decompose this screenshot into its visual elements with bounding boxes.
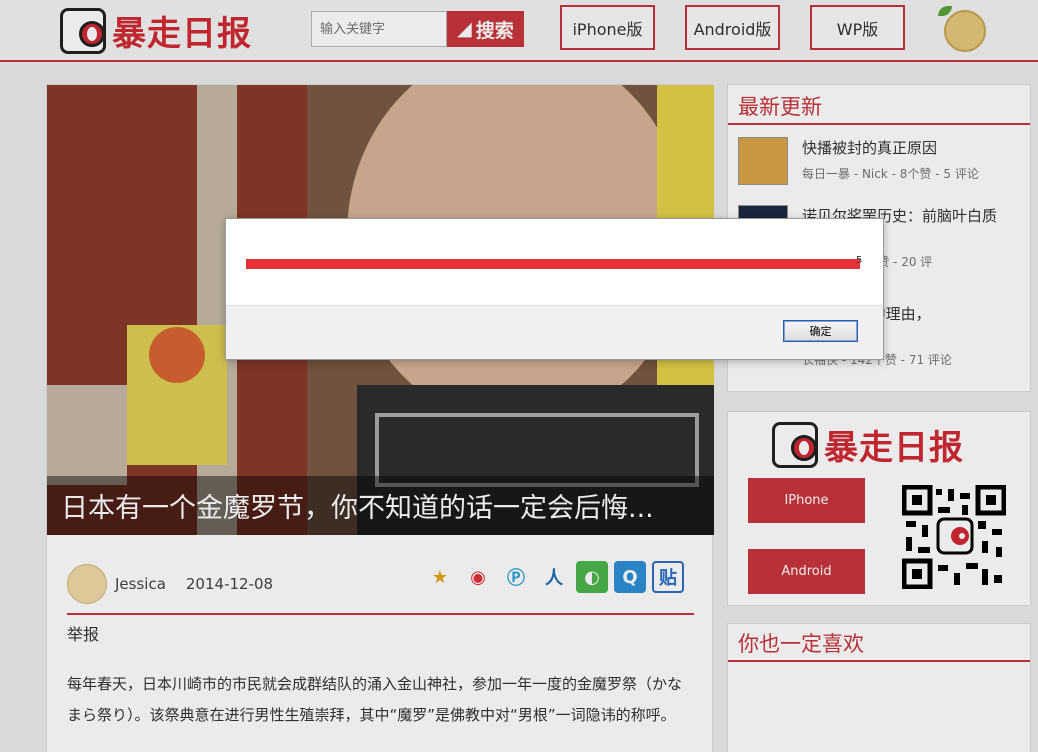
- alert-dialog-body: 5: [226, 219, 883, 306]
- ok-button[interactable]: 确定: [783, 320, 858, 342]
- modal-overlay: [0, 0, 1038, 752]
- alert-message-text: 5: [856, 255, 863, 266]
- alert-dialog: 5 确定: [225, 218, 884, 360]
- alert-message-bar: [246, 259, 860, 269]
